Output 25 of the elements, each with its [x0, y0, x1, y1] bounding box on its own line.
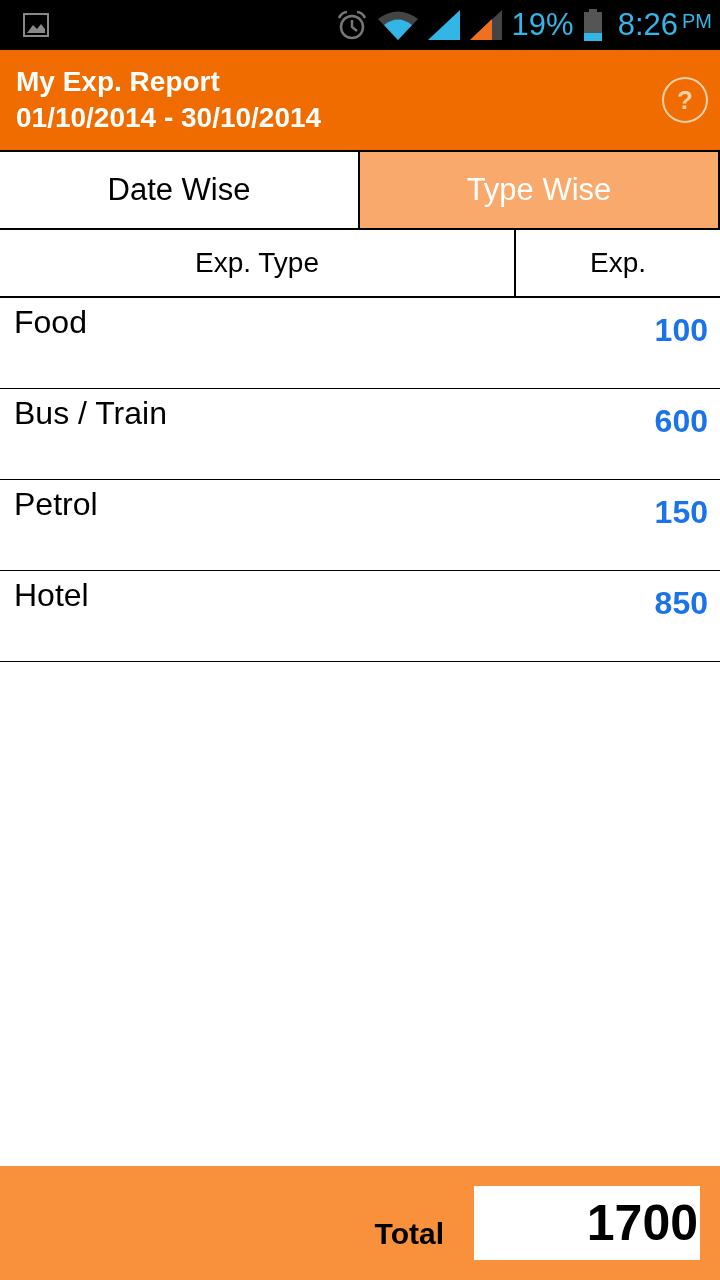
total-label: Total [374, 1217, 444, 1251]
expense-type: Bus / Train [14, 395, 167, 432]
report-title: My Exp. Report [16, 65, 221, 99]
help-button[interactable]: ? [662, 77, 708, 123]
expense-amount: 150 [654, 494, 708, 531]
column-header: Exp. [589, 246, 647, 280]
wifi-icon [377, 10, 418, 40]
total-value: 1700 [474, 1186, 700, 1260]
image-icon [22, 12, 50, 38]
expense-type: Petrol [14, 486, 98, 523]
expense-amount: 850 [654, 585, 708, 622]
battery-percent: 19% [511, 7, 574, 43]
clock-time: 8:26 [617, 7, 678, 43]
expense-type: Food [14, 304, 87, 341]
expense-amount: 100 [654, 312, 708, 349]
signal-icon [469, 10, 502, 40]
column-header: Exp. Type [0, 230, 516, 296]
alarm-icon [335, 9, 368, 41]
tab[interactable]: Type Wise [360, 152, 720, 228]
signal-icon [427, 10, 460, 40]
clock-ampm: PM [682, 10, 712, 33]
expense-type: Hotel [14, 577, 89, 614]
expense-amount: 600 [654, 403, 708, 440]
date-range: 01/10/2014 - 30/10/2014 [16, 101, 322, 135]
battery-icon [583, 9, 602, 41]
